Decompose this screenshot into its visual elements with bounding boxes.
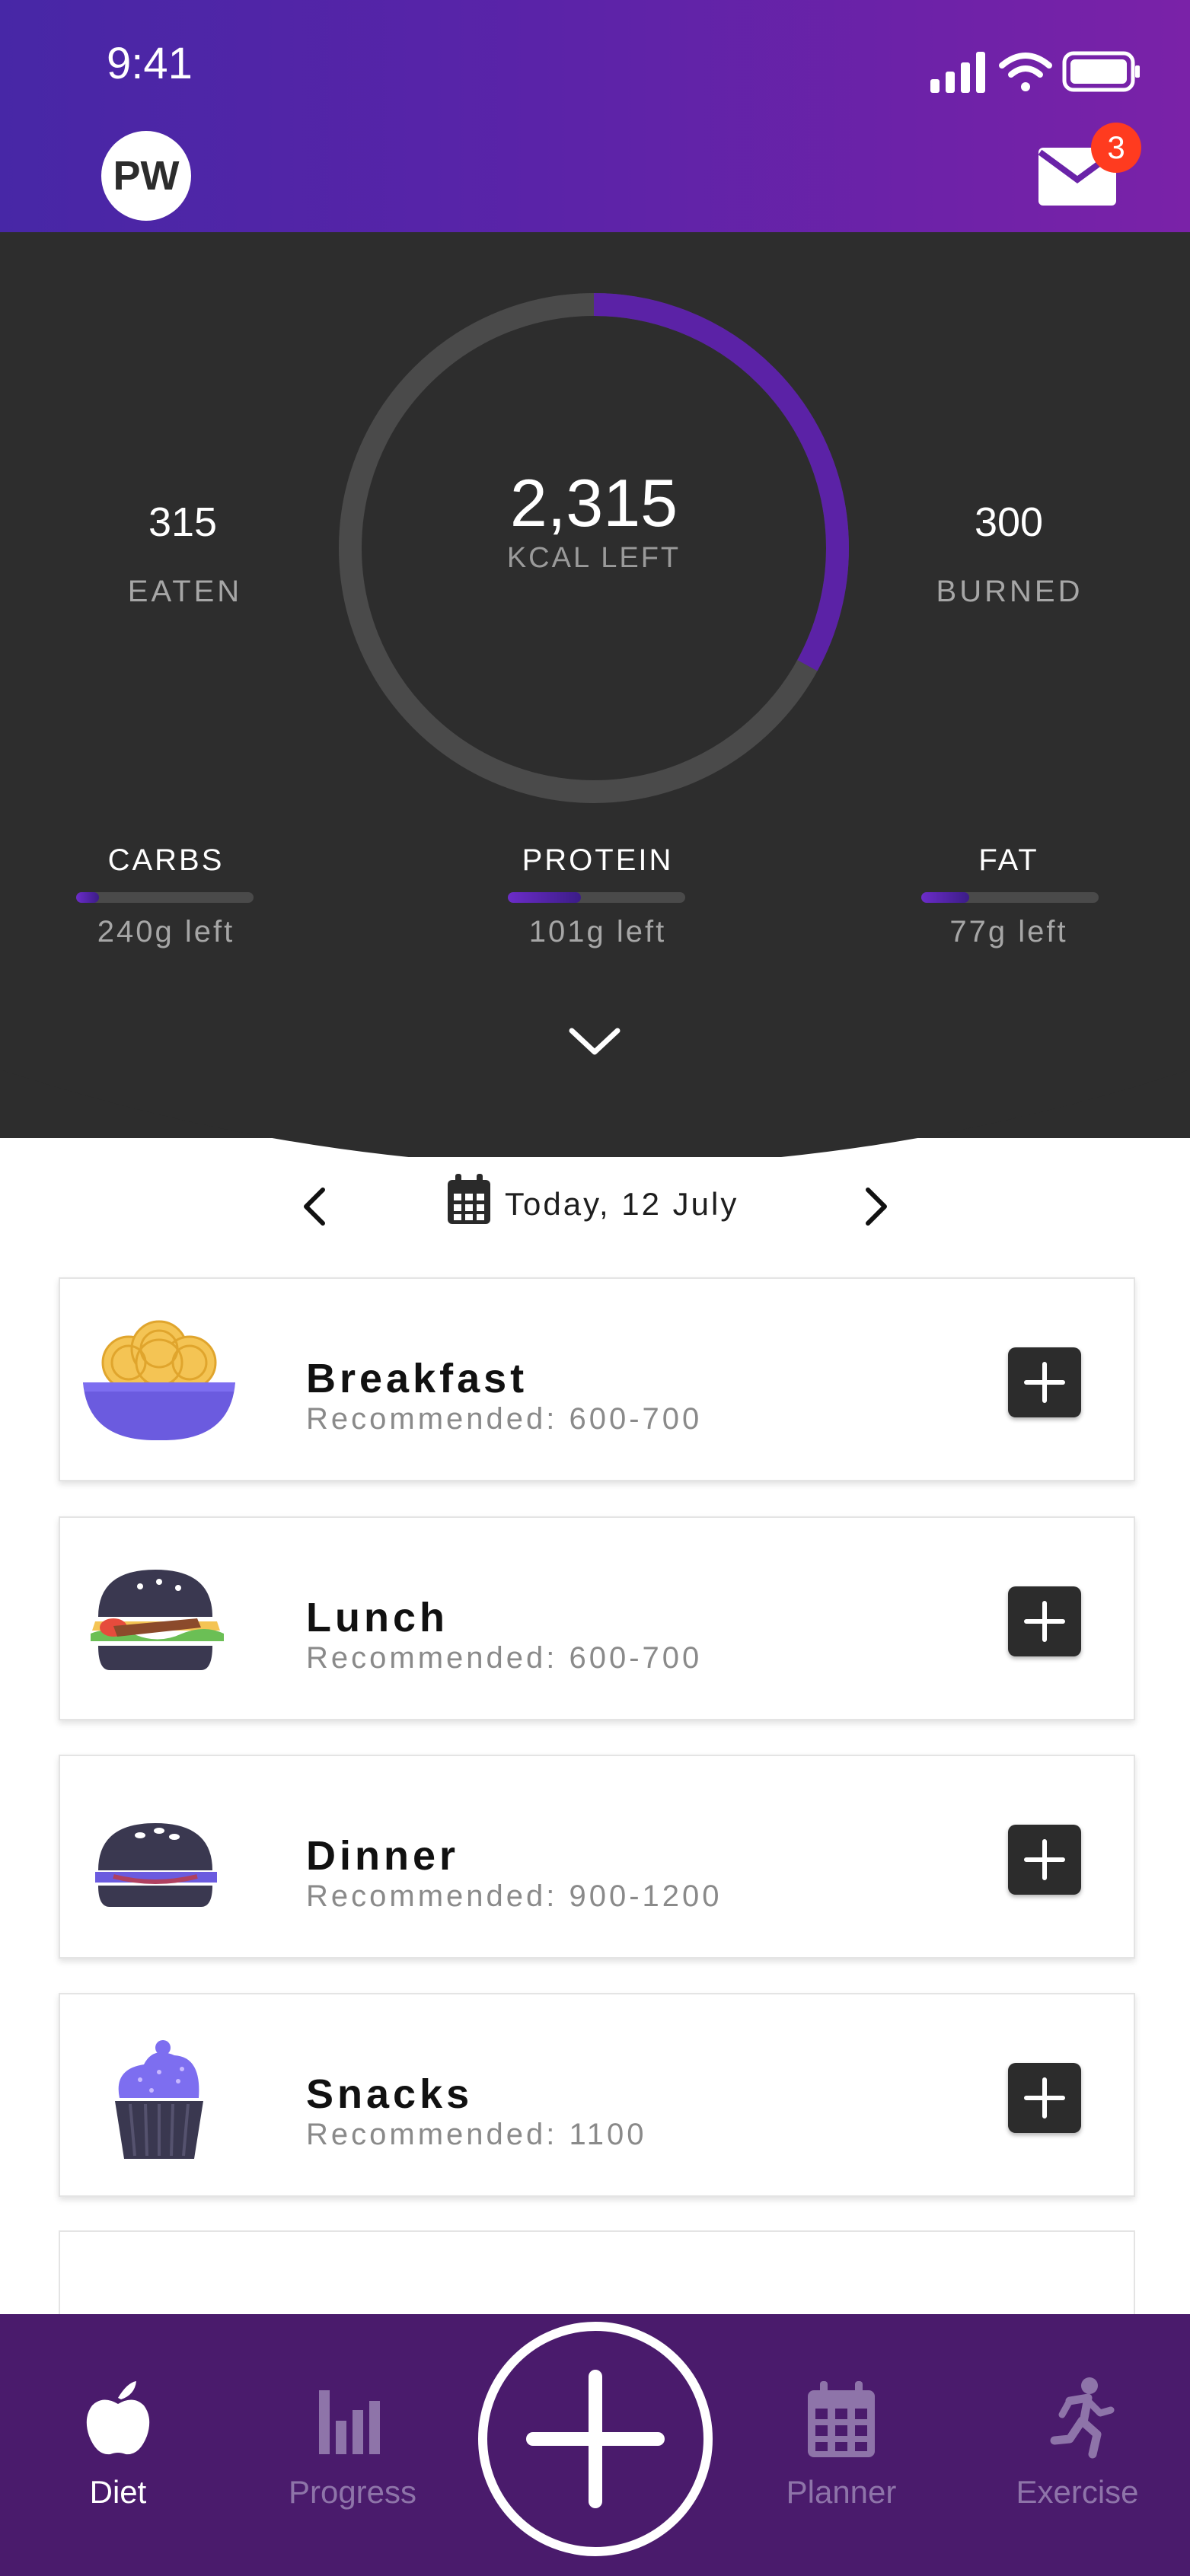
- add-entry-button[interactable]: [478, 2322, 713, 2556]
- calendar-icon[interactable]: [446, 1172, 492, 1226]
- calendar-icon: [808, 2381, 875, 2457]
- next-day-icon[interactable]: [860, 1185, 892, 1228]
- meal-name: Lunch: [306, 1595, 448, 1640]
- protein-progress-fill: [508, 892, 581, 903]
- eaten-label: EATEN: [127, 575, 243, 608]
- protein-left: 101g left: [528, 915, 667, 948]
- battery-icon: [1062, 51, 1140, 92]
- tab-label: Planner: [786, 2474, 897, 2510]
- apple-icon: [86, 2381, 150, 2455]
- noodle-bowl-icon: [83, 1320, 235, 1440]
- user-avatar[interactable]: PW: [101, 131, 191, 221]
- burger-icon: [91, 1570, 224, 1670]
- plus-icon: [1024, 2077, 1065, 2119]
- carbs-left: 240g left: [97, 915, 235, 948]
- protein-label: PROTEIN: [522, 843, 674, 877]
- meal-card-breakfast[interactable]: Breakfast Recommended: 600-700: [59, 1277, 1135, 1481]
- app-header: 9:41 PW 3: [0, 0, 1190, 232]
- cupcake-icon: [115, 2040, 203, 2159]
- tab-planner[interactable]: Planner: [727, 2314, 956, 2576]
- meal-card-dinner[interactable]: Dinner Recommended: 900-1200: [59, 1755, 1135, 1959]
- eaten-value: 315: [148, 499, 218, 545]
- plus-icon: [526, 2370, 665, 2508]
- protein-progress-bar: [508, 892, 685, 903]
- meal-card-snacks[interactable]: Snacks Recommended: 1100: [59, 1993, 1135, 2197]
- bar-chart-icon: [319, 2390, 380, 2454]
- tab-label: Exercise: [1016, 2474, 1139, 2510]
- meal-name: Dinner: [306, 1833, 460, 1879]
- kcal-left-value: 2,315: [509, 465, 678, 540]
- tab-label: Diet: [89, 2474, 147, 2510]
- fat-progress-fill: [921, 892, 969, 903]
- current-date[interactable]: Today, 12 July: [505, 1186, 739, 1223]
- status-time: 9:41: [107, 39, 193, 88]
- fat-left: 77g left: [949, 915, 1068, 948]
- dark-burger-icon: [95, 1823, 217, 1907]
- burned-value: 300: [974, 499, 1044, 545]
- expand-chevron-icon[interactable]: [567, 1026, 622, 1058]
- meal-card-partial: [59, 2230, 1135, 2322]
- meal-name: Breakfast: [306, 1356, 528, 1401]
- add-snacks-button[interactable]: [1008, 2063, 1081, 2133]
- meal-recommended: Recommended: 600-700: [306, 1641, 703, 1675]
- kcal-left-label: KCAL LEFT: [506, 542, 681, 574]
- meal-name: Snacks: [306, 2071, 474, 2117]
- fat-progress-bar: [921, 892, 1099, 903]
- tab-diet[interactable]: Diet: [4, 2314, 232, 2576]
- meal-recommended: Recommended: 900-1200: [306, 1879, 723, 1913]
- add-dinner-button[interactable]: [1008, 1825, 1081, 1895]
- mail-badge: 3: [1091, 123, 1141, 173]
- meal-recommended: Recommended: 1100: [306, 2118, 647, 2151]
- add-breakfast-button[interactable]: [1008, 1347, 1081, 1417]
- carbs-label: CARBS: [107, 843, 225, 877]
- add-lunch-button[interactable]: [1008, 1586, 1081, 1656]
- summary-curve: [0, 1050, 1190, 1157]
- cellular-signal-icon: [930, 52, 985, 93]
- carbs-progress-fill: [76, 892, 100, 903]
- meal-recommended: Recommended: 600-700: [306, 1402, 703, 1436]
- plus-icon: [1024, 1601, 1065, 1642]
- tab-exercise[interactable]: Exercise: [963, 2314, 1190, 2576]
- status-icons: [930, 51, 1140, 93]
- running-icon: [1050, 2377, 1115, 2459]
- tab-label: Progress: [288, 2474, 417, 2510]
- plus-icon: [1024, 1839, 1065, 1880]
- carbs-progress-bar: [76, 892, 254, 903]
- previous-day-icon[interactable]: [298, 1185, 330, 1228]
- burned-label: BURNED: [936, 575, 1083, 608]
- fat-label: FAT: [978, 843, 1039, 877]
- tab-progress[interactable]: Progress: [238, 2314, 467, 2576]
- meal-card-lunch[interactable]: Lunch Recommended: 600-700: [59, 1516, 1135, 1720]
- wifi-icon: [999, 53, 1052, 91]
- plus-icon: [1024, 1362, 1065, 1403]
